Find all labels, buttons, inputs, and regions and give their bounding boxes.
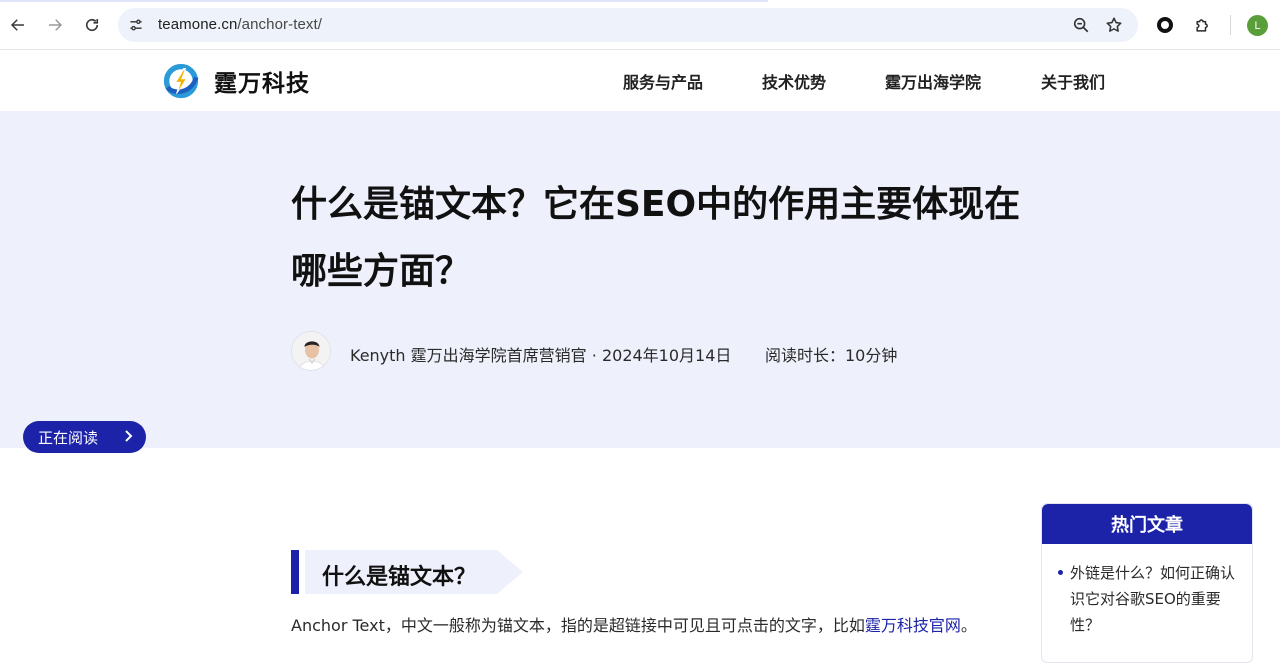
tab-strip-edge bbox=[0, 0, 1280, 2]
hot-articles-panel: 热门文章 外链是什么？如何正确认识它对谷歌SEO的重要性？ bbox=[1041, 503, 1253, 663]
nav-about[interactable]: 关于我们 bbox=[1041, 69, 1105, 93]
hot-article-link[interactable]: 外链是什么？如何正确认识它对谷歌SEO的重要性？ bbox=[1070, 560, 1235, 638]
read-time: 阅读时长：10分钟 bbox=[765, 346, 898, 365]
author-photo-icon bbox=[292, 332, 330, 370]
url-path: /anchor-text/ bbox=[237, 16, 323, 33]
bookmark-star-icon[interactable] bbox=[1105, 16, 1123, 34]
url-domain: teamone.cn bbox=[158, 16, 238, 33]
arrow-left-icon bbox=[10, 19, 24, 31]
section-heading-text: 什么是锚文本？ bbox=[322, 565, 477, 590]
bullet-icon bbox=[1058, 570, 1063, 575]
reload-icon bbox=[85, 18, 99, 32]
browser-toolbar: teamone.cn/anchor-text/ L bbox=[0, 0, 1280, 50]
url-text[interactable]: teamone.cn/anchor-text/ bbox=[158, 16, 322, 33]
meta-separator: · bbox=[591, 346, 597, 365]
zoom-icon[interactable] bbox=[1072, 16, 1090, 34]
author-avatar bbox=[291, 331, 331, 371]
toolbar-divider bbox=[1230, 15, 1231, 35]
site-header: 霆万科技 服务与产品 技术优势 霆万出海学院 关于我们 bbox=[0, 50, 1280, 111]
author-line: Kenyth 霆万出海学院首席营销官 · 2024年10月14日 bbox=[350, 342, 731, 366]
brand-name: 霆万科技 bbox=[214, 71, 310, 97]
paragraph-text: Anchor Text，中文一般称为锚文本，指的是超链接中可见且可点击的文字，比… bbox=[291, 616, 865, 635]
address-bar[interactable]: teamone.cn/anchor-text/ bbox=[118, 8, 1138, 42]
forward-button[interactable] bbox=[42, 12, 68, 38]
article-hero: 什么是锚文本？它在SEO中的作用主要体现在哪些方面？ Kenyth 霆万出海学院… bbox=[0, 111, 1280, 448]
author-role: 霆万出海学院首席营销官 bbox=[410, 346, 587, 365]
lightning-logo-icon bbox=[163, 63, 199, 99]
hot-articles-title: 热门文章 bbox=[1042, 504, 1252, 544]
article-title: 什么是锚文本？它在SEO中的作用主要体现在哪些方面？ bbox=[291, 184, 1021, 292]
nav-services[interactable]: 服务与产品 bbox=[623, 69, 703, 93]
official-site-link[interactable]: 霆万科技官网 bbox=[865, 616, 961, 635]
publish-date: 2024年10月14日 bbox=[601, 346, 732, 365]
reading-now-label: 正在阅读 bbox=[38, 428, 99, 447]
paragraph-end: 。 bbox=[960, 616, 977, 635]
chevron-right-icon bbox=[125, 430, 133, 442]
article-meta: Kenyth 霆万出海学院首席营销官 · 2024年10月14日 阅读时长：10… bbox=[291, 331, 991, 373]
author-name[interactable]: Kenyth bbox=[350, 346, 406, 365]
site-logo[interactable]: 霆万科技 bbox=[163, 63, 310, 99]
profile-avatar[interactable]: L bbox=[1247, 15, 1268, 36]
heading-accent-bar bbox=[291, 550, 299, 594]
extensions-puzzle-icon[interactable] bbox=[1191, 13, 1215, 37]
extension-record-icon[interactable] bbox=[1153, 13, 1177, 37]
back-button[interactable] bbox=[5, 12, 31, 38]
section-heading: 什么是锚文本？ bbox=[291, 550, 523, 594]
nav-tech-advantages[interactable]: 技术优势 bbox=[762, 69, 826, 93]
article-paragraph: Anchor Text，中文一般称为锚文本，指的是超链接中可见且可点击的文字，比… bbox=[291, 612, 977, 636]
nav-academy[interactable]: 霆万出海学院 bbox=[885, 69, 981, 93]
arrow-right-icon bbox=[49, 19, 63, 31]
reading-now-toggle[interactable]: 正在阅读 bbox=[23, 421, 146, 453]
reload-button[interactable] bbox=[79, 12, 105, 38]
site-info-icon[interactable] bbox=[127, 16, 145, 34]
